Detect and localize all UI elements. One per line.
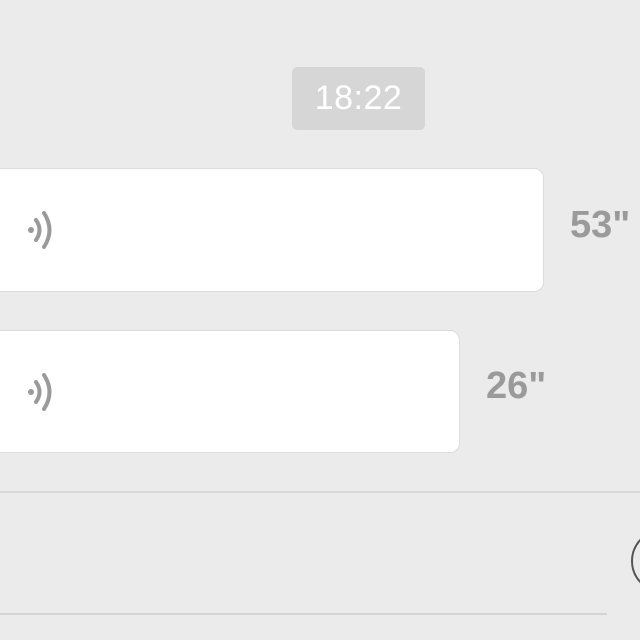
voice-duration: 53"	[570, 204, 631, 246]
voice-message-bubble[interactable]	[0, 168, 544, 292]
voice-wave-icon	[28, 372, 52, 411]
chat-screen: 18:22 53" 26"	[0, 0, 640, 640]
input-underline	[0, 613, 607, 615]
voice-message-bubble[interactable]	[0, 330, 460, 453]
chat-input-bar	[0, 491, 640, 640]
voice-wave-icon	[28, 211, 52, 249]
circle-button-icon[interactable]	[631, 529, 640, 593]
message-timestamp: 18:22	[292, 67, 425, 130]
voice-duration: 26"	[486, 365, 547, 407]
